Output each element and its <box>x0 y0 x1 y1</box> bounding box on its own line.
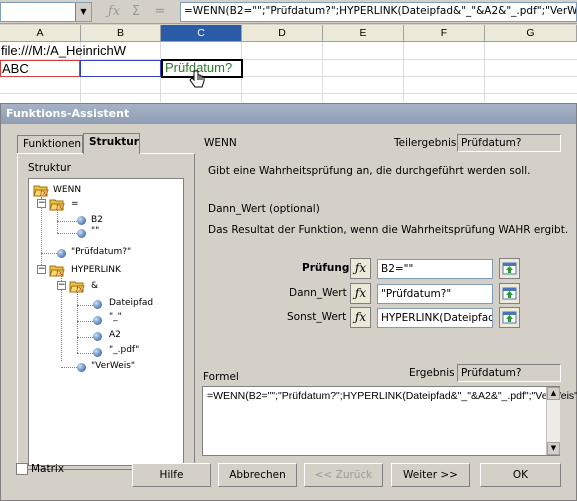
tree-expander-icon[interactable]: − <box>37 199 46 208</box>
arg-input-pruefung[interactable]: B2="" <box>377 259 493 279</box>
next-button[interactable]: Weiter >> <box>391 463 470 487</box>
column-header-b[interactable]: B <box>81 25 161 42</box>
tree-node-pruefdatum[interactable]: "Prüfdatum?" <box>71 247 131 257</box>
function-wizard-icon[interactable]: ƒx <box>350 283 371 304</box>
tree-node-hyperlink[interactable]: HYPERLINK <box>71 265 121 275</box>
tree-connector <box>57 221 79 222</box>
column-header-a[interactable]: A <box>0 25 81 42</box>
folder-open-icon: fx <box>69 281 85 293</box>
tree-expander-icon[interactable]: − <box>37 265 46 274</box>
tree-node-a2[interactable]: A2 <box>109 330 121 340</box>
spreadsheet-window: ▼ ƒx Σ = =WENN(B2="";"Prüfdatum?";HYPERL… <box>0 0 577 501</box>
column-header-c[interactable]: C <box>161 25 242 42</box>
value-node-icon <box>93 300 102 309</box>
partial-result-field: Prüfdatum? <box>457 134 561 152</box>
cell-a1[interactable]: file:///M:/A_HeinrichW <box>1 43 126 59</box>
tree-node-underscore[interactable]: "_" <box>109 312 122 322</box>
value-node-icon <box>77 216 86 225</box>
tree-node-verweis[interactable]: "VerWeis" <box>91 361 135 371</box>
back-button[interactable]: << Zurück <box>304 463 383 487</box>
ok-button[interactable]: OK <box>480 463 561 487</box>
function-wizard-icon[interactable]: ƒx <box>350 307 371 328</box>
name-box[interactable]: ▼ <box>0 2 92 22</box>
arg-input-dann-wert[interactable]: "Prüfdatum?" <box>377 284 493 304</box>
scroll-up-icon[interactable]: ▲ <box>547 387 560 400</box>
function-name: WENN <box>204 137 237 149</box>
structure-panel: Struktur fx WENN − fx = B2 "" "Prüfdatum… <box>17 153 195 470</box>
partial-result-label: Teilergebnis <box>394 137 457 149</box>
shrink-dialog-icon[interactable] <box>499 307 520 328</box>
function-wizard-dialog: Funktions-Assistent Funktionen Struktur … <box>0 103 577 501</box>
arg-input-sonst-wert[interactable]: HYPERLINK(Dateipfad& <box>377 308 493 328</box>
cell-b2[interactable] <box>80 60 161 77</box>
value-node-icon <box>57 249 66 258</box>
argument-description: Das Resultat der Funktion, wenn die Wahr… <box>208 224 569 236</box>
grid-line <box>0 93 577 94</box>
sheet-grid[interactable]: A B C D E F G file:///M:/A_HeinrichW ABC… <box>0 25 577 105</box>
folder-open-icon: fx <box>49 265 65 277</box>
folder-open-icon: fx <box>33 185 49 197</box>
tree-expander-icon[interactable]: − <box>57 281 66 290</box>
svg-text:fx: fx <box>75 285 83 293</box>
tab-structure[interactable]: Struktur <box>83 133 140 154</box>
result-label: Ergebnis <box>409 367 455 379</box>
column-header-f[interactable]: F <box>404 25 485 42</box>
matrix-checkbox[interactable] <box>16 463 28 475</box>
tree-node-b2[interactable]: B2 <box>91 215 103 225</box>
chevron-down-icon[interactable]: ▼ <box>75 3 91 21</box>
column-header-g[interactable]: G <box>485 25 577 42</box>
shrink-dialog-icon[interactable] <box>499 258 520 279</box>
formula-scrollbar[interactable]: ▲ ▼ <box>546 387 560 455</box>
structure-label: Struktur <box>28 162 71 174</box>
formula-label: Formel <box>203 371 239 383</box>
tree-node-empty-string[interactable]: "" <box>91 226 99 236</box>
arg-label-pruefung: Prüfung <box>302 262 350 274</box>
function-wizard-icon[interactable]: ƒx <box>350 258 371 279</box>
matrix-label: Matrix <box>31 463 65 475</box>
scroll-down-icon[interactable]: ▼ <box>547 442 560 455</box>
arg-label-dann-wert: Dann_Wert <box>289 287 347 299</box>
folder-open-icon: fx <box>49 199 65 211</box>
tree-node-dateipfad[interactable]: Dateipfad <box>109 298 153 308</box>
svg-text:fx: fx <box>39 189 47 197</box>
cell-a2[interactable]: ABC <box>0 60 80 77</box>
svg-text:fx: fx <box>55 203 63 211</box>
value-node-icon <box>77 363 86 372</box>
svg-text:fx: fx <box>55 269 63 277</box>
arg-label-sonst-wert: Sonst_Wert <box>287 311 347 323</box>
value-node-icon <box>93 332 102 341</box>
formula-bar: ▼ ƒx Σ = =WENN(B2="";"Prüfdatum?";HYPERL… <box>0 0 577 24</box>
tree-node-equals[interactable]: = <box>71 199 79 209</box>
value-node-icon <box>77 229 86 238</box>
hand-cursor-icon <box>189 70 205 88</box>
tree-node-pdf[interactable]: "_.pdf" <box>109 345 139 355</box>
result-field: Prüfdatum? <box>457 364 561 382</box>
dialog-title: Funktions-Assistent <box>1 104 576 124</box>
help-button[interactable]: Hilfe <box>132 463 211 487</box>
function-wizard-icon[interactable]: ƒx <box>104 4 124 20</box>
tree-node-ampersand[interactable]: & <box>91 281 98 291</box>
function-description: Gibt eine Wahrheitsprüfung an, die durch… <box>208 165 531 177</box>
tree-connector <box>57 233 79 234</box>
value-node-icon <box>93 348 102 357</box>
column-header-d[interactable]: D <box>242 25 323 42</box>
structure-tree[interactable]: fx WENN − fx = B2 "" "Prüfdatum?" − fx H… <box>28 178 184 466</box>
tree-node-wenn[interactable]: WENN <box>53 185 81 195</box>
cancel-button[interactable]: Abbrechen <box>218 463 297 487</box>
formula-editor[interactable]: =WENN(B2="";"Prüfdatum?";HYPERLINK(Datei… <box>202 386 577 456</box>
formula-input[interactable]: =WENN(B2="";"Prüfdatum?";HYPERLINK(Datei… <box>180 2 577 22</box>
equals-icon[interactable]: = <box>150 4 170 20</box>
sum-icon[interactable]: Σ <box>126 4 146 20</box>
column-header-e[interactable]: E <box>323 25 404 42</box>
shrink-dialog-icon[interactable] <box>499 283 520 304</box>
argument-name: Dann_Wert (optional) <box>208 203 320 215</box>
value-node-icon <box>93 316 102 325</box>
tab-functions[interactable]: Funktionen <box>17 135 83 154</box>
